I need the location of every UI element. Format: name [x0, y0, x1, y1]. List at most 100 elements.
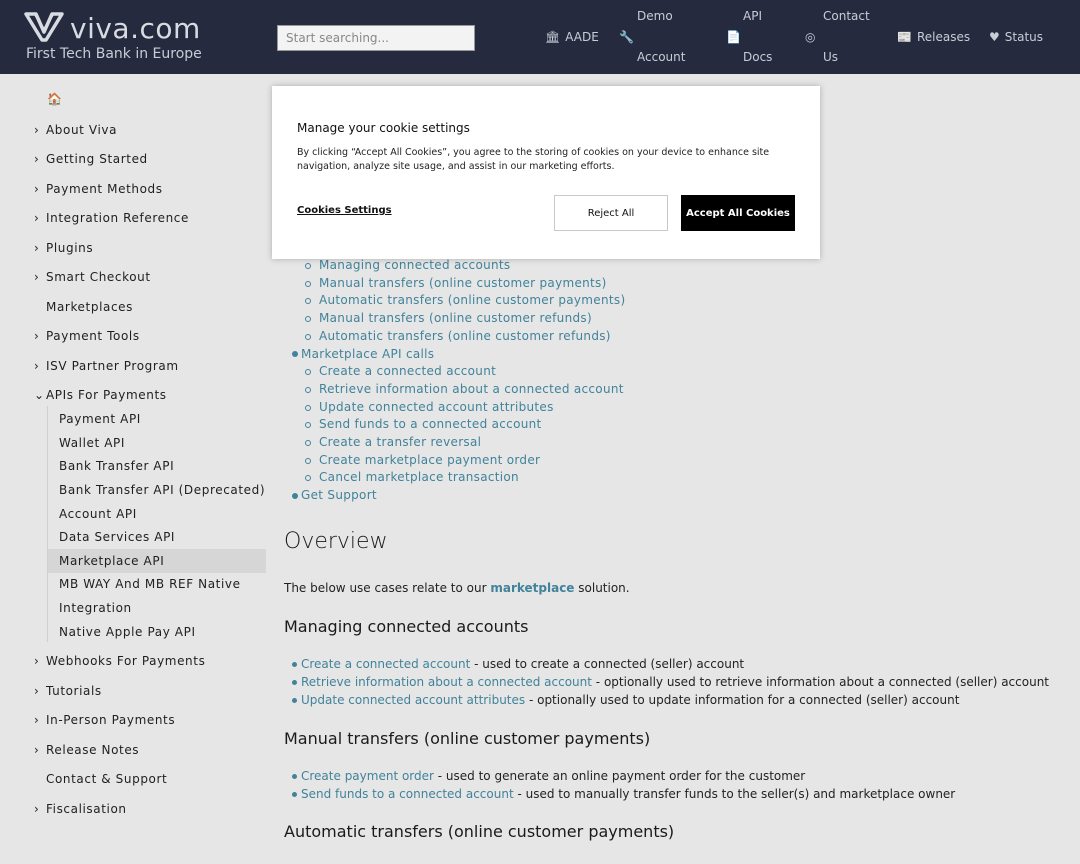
overview-text: The below use cases relate to our [284, 581, 491, 595]
automatic-transfers-heading: Automatic transfers (online customer pay… [284, 822, 675, 841]
sidebar-nav: 🏠 › About Viva › Getting Started › Payment … [0, 74, 272, 864]
lifebuoy-icon: ◎ [805, 30, 816, 44]
update-connected-account-link[interactable]: Update connected account attributes [301, 693, 525, 707]
chevron-right-icon: › [34, 270, 40, 284]
toc-bullet [292, 493, 298, 499]
sidebar-subitem-wallet-api[interactable]: Wallet API [59, 436, 125, 450]
sidebar-subitem-marketplace-api[interactable]: Marketplace API [59, 554, 164, 568]
toc-link[interactable]: Create a connected account [319, 364, 496, 378]
nav-api-label-2: Docs [743, 50, 773, 64]
nav-contact-us[interactable]: Contact Us [823, 0, 870, 78]
sidebar-item-release-notes[interactable]: › Release Notes [34, 743, 139, 757]
sidebar-item-tutorials[interactable]: › Tutorials [34, 684, 102, 698]
reject-all-button[interactable]: Reject All [554, 195, 668, 231]
viva-logo-mark-icon [24, 12, 64, 42]
nav-api-docs[interactable]: API Docs [743, 0, 772, 78]
toc-bullet [305, 405, 311, 411]
chevron-right-icon: › [34, 713, 40, 727]
nav-demo-account[interactable]: Demo Account [637, 0, 685, 78]
nav-status[interactable]: ♥ Status [989, 17, 1043, 58]
newspaper-icon: 📰 [897, 30, 912, 44]
list-bullet [292, 698, 297, 703]
toc-bullet [305, 475, 311, 481]
sidebar-item-fiscalisation[interactable]: › Fiscalisation [34, 802, 127, 816]
sidebar-subitem-mb-way-native[interactable]: MB WAY And MB REF Native [59, 577, 241, 591]
sidebar-item-label: Fiscalisation [46, 802, 127, 816]
sidebar-subitem-mb-way-native-cont[interactable]: Integration [59, 601, 132, 615]
toc-link[interactable]: Retrieve information about a connected a… [319, 382, 624, 396]
toc-link[interactable]: Managing connected accounts [319, 258, 510, 272]
toc-link[interactable]: Automatic transfers (online customer pay… [319, 293, 625, 307]
nav-releases[interactable]: 📰 Releases [897, 17, 970, 58]
toc-bullet [305, 334, 311, 340]
retrieve-connected-account-link[interactable]: Retrieve information about a connected a… [301, 675, 592, 689]
chevron-right-icon: › [34, 743, 40, 757]
heartbeat-icon: ♥ [989, 30, 1000, 44]
list-item-text: - used to create a connected (seller) ac… [470, 657, 745, 671]
home-icon[interactable]: 🏠 [47, 92, 62, 106]
sidebar-item-plugins[interactable]: › Plugins [34, 241, 93, 255]
cookie-consent-dialog: Manage your cookie settings By clicking … [272, 86, 820, 259]
document-icon: 📄 [726, 30, 741, 44]
sidebar-item-isv-partner-program[interactable]: › ISV Partner Program [34, 359, 179, 373]
sidebar-item-contact-support[interactable]: Contact & Support [46, 772, 167, 786]
chevron-right-icon: › [34, 241, 40, 255]
sidebar-item-webhooks-for-payments[interactable]: › Webhooks For Payments [34, 654, 205, 668]
create-connected-account-link[interactable]: Create a connected account [301, 657, 470, 671]
toc-bullet [292, 351, 298, 357]
sidebar-item-getting-started[interactable]: › Getting Started [34, 152, 148, 166]
sidebar-item-about-viva[interactable]: › About Viva [34, 123, 117, 137]
nav-contact-label-2: Us [823, 50, 839, 64]
chevron-right-icon: › [34, 211, 40, 225]
overview-heading: Overview [284, 529, 388, 554]
sidebar-item-label: Release Notes [46, 743, 140, 757]
cookies-settings-link[interactable]: Cookies Settings [297, 205, 392, 216]
send-funds-link[interactable]: Send funds to a connected account [301, 787, 514, 801]
sidebar-item-smart-checkout[interactable]: › Smart Checkout [34, 270, 151, 284]
sidebar-item-label: In-Person Payments [46, 713, 176, 727]
list-item-text: - optionally used to retrieve informatio… [591, 675, 1049, 689]
nav-aade[interactable]: 🏛 AADE [545, 17, 599, 58]
toc-link[interactable]: Automatic transfers (online customer ref… [319, 329, 611, 343]
create-payment-order-link[interactable]: Create payment order [301, 769, 434, 783]
sidebar-item-in-person-payments[interactable]: › In-Person Payments [34, 713, 175, 727]
toc-link[interactable]: Create a transfer reversal [319, 435, 481, 449]
overview-text: solution. [574, 581, 630, 595]
submenu-divider [47, 406, 48, 642]
list-item: Send funds to a connected account - used… [301, 787, 955, 801]
chevron-down-icon: ⌄ [34, 388, 45, 402]
toc-link[interactable]: Cancel marketplace transaction [319, 470, 519, 484]
sidebar-subitem-bank-transfer-api-deprecated[interactable]: Bank Transfer API (Deprecated) [59, 483, 265, 497]
sidebar-subitem-data-services-api[interactable]: Data Services API [59, 530, 175, 544]
sidebar-subitem-account-api[interactable]: Account API [59, 507, 137, 521]
toc-link[interactable]: Manual transfers (online customer refund… [319, 311, 592, 325]
chevron-right-icon: › [34, 802, 40, 816]
sidebar-subitem-payment-api[interactable]: Payment API [59, 412, 141, 426]
sidebar-item-label: Plugins [46, 241, 94, 255]
toc-bullet [305, 298, 311, 304]
nav-aade-label: AADE [565, 30, 599, 44]
sidebar-subitem-bank-transfer-api[interactable]: Bank Transfer API [59, 459, 174, 473]
sidebar-item-marketplaces[interactable]: Marketplaces [46, 300, 133, 314]
toc-bullet [305, 422, 311, 428]
toc-link[interactable]: Manual transfers (online customer paymen… [319, 276, 607, 290]
list-bullet [292, 680, 297, 685]
toc-bullet [305, 440, 311, 446]
list-item: Create payment order - used to generate … [301, 769, 805, 783]
overview-paragraph: The below use cases relate to our market… [284, 581, 630, 595]
toc-link[interactable]: Get Support [301, 488, 377, 502]
toc-link[interactable]: Marketplace API calls [301, 347, 434, 361]
toc-link[interactable]: Send funds to a connected account [319, 417, 542, 431]
sidebar-item-apis-for-payments[interactable]: ⌄APIs For Payments [34, 388, 167, 402]
list-item: Retrieve information about a connected a… [301, 675, 1049, 689]
search-input[interactable] [277, 25, 475, 51]
sidebar-item-integration-reference[interactable]: › Integration Reference [34, 211, 189, 225]
toc-link[interactable]: Update connected account attributes [319, 400, 554, 414]
accept-all-cookies-button[interactable]: Accept All Cookies [681, 195, 795, 231]
list-item-text: - used to generate an online payment ord… [433, 769, 806, 783]
marketplace-link[interactable]: marketplace [490, 581, 574, 595]
sidebar-item-payment-methods[interactable]: › Payment Methods [34, 182, 163, 196]
toc-link[interactable]: Create marketplace payment order [319, 453, 540, 467]
sidebar-item-payment-tools[interactable]: › Payment Tools [34, 329, 140, 343]
sidebar-subitem-native-apple-pay-api[interactable]: Native Apple Pay API [59, 625, 196, 639]
